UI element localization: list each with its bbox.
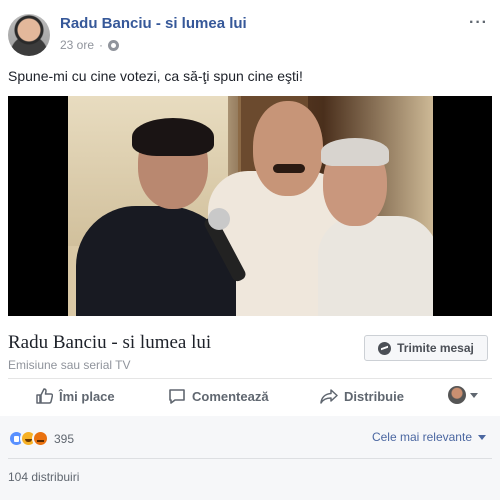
person-right-body	[318, 216, 433, 316]
person-center-mustache	[273, 164, 305, 173]
comment-icon	[168, 388, 186, 405]
link-title[interactable]: Radu Banciu - si lumea lui	[8, 332, 211, 354]
comment-sort-dropdown[interactable]: Cele mai relevante	[372, 430, 486, 444]
action-bar: Îmi place Comentează Distribuie	[8, 380, 492, 412]
chevron-down-icon	[470, 392, 478, 398]
link-preview[interactable]: Radu Banciu - si lumea lui Emisiune sau …	[8, 316, 492, 376]
person-center-head	[253, 101, 323, 196]
like-label: Îmi place	[59, 388, 115, 404]
like-button[interactable]: Îmi place	[36, 388, 115, 404]
link-subtitle: Emisiune sau serial TV	[8, 358, 131, 372]
page-name-link[interactable]: Radu Banciu - si lumea lui	[60, 15, 247, 32]
post-as-selector[interactable]	[448, 386, 478, 404]
person-left-hair	[132, 118, 214, 156]
page-avatar[interactable]	[8, 14, 50, 56]
comment-sort-label: Cele mai relevante	[371, 430, 472, 444]
reaction-count[interactable]: 395	[54, 432, 74, 446]
angry-reaction-icon	[32, 430, 49, 447]
microphone-head	[208, 208, 230, 230]
share-label: Distribuie	[344, 388, 404, 404]
reactions-section: 395 Cele mai relevante 104 distribuiri	[0, 416, 500, 500]
post-timestamp[interactable]: 23 ore	[60, 38, 94, 52]
more-options-icon[interactable]: ···	[469, 14, 488, 32]
post-header: Radu Banciu - si lumea lui 23 ore · ···	[8, 10, 492, 60]
comment-label: Comentează	[192, 388, 269, 404]
post-image[interactable]	[8, 96, 492, 316]
person-right-hair	[321, 138, 389, 166]
photo	[68, 96, 433, 316]
post-card: Radu Banciu - si lumea lui 23 ore · ··· …	[0, 0, 500, 500]
chevron-down-icon	[478, 434, 486, 440]
actions-top-divider	[8, 378, 492, 379]
share-arrow-icon	[320, 388, 338, 404]
reaction-summary[interactable]: 395	[8, 430, 74, 447]
profile-avatar	[448, 386, 466, 404]
reactions-divider	[8, 458, 492, 459]
post-meta: 23 ore ·	[60, 38, 120, 52]
messenger-icon	[378, 341, 392, 355]
meta-separator: ·	[99, 38, 104, 52]
share-count[interactable]: 104 distribuiri	[8, 470, 79, 484]
share-button[interactable]: Distribuie	[320, 388, 404, 404]
send-message-label: Trimite mesaj	[397, 341, 474, 355]
comment-button[interactable]: Comentează	[168, 388, 269, 405]
globe-icon[interactable]	[108, 39, 120, 51]
thumbs-up-icon	[36, 388, 53, 404]
send-message-button[interactable]: Trimite mesaj	[364, 335, 488, 361]
post-text: Spune-mi cu cine votezi, ca să-ţi spun c…	[8, 68, 303, 84]
